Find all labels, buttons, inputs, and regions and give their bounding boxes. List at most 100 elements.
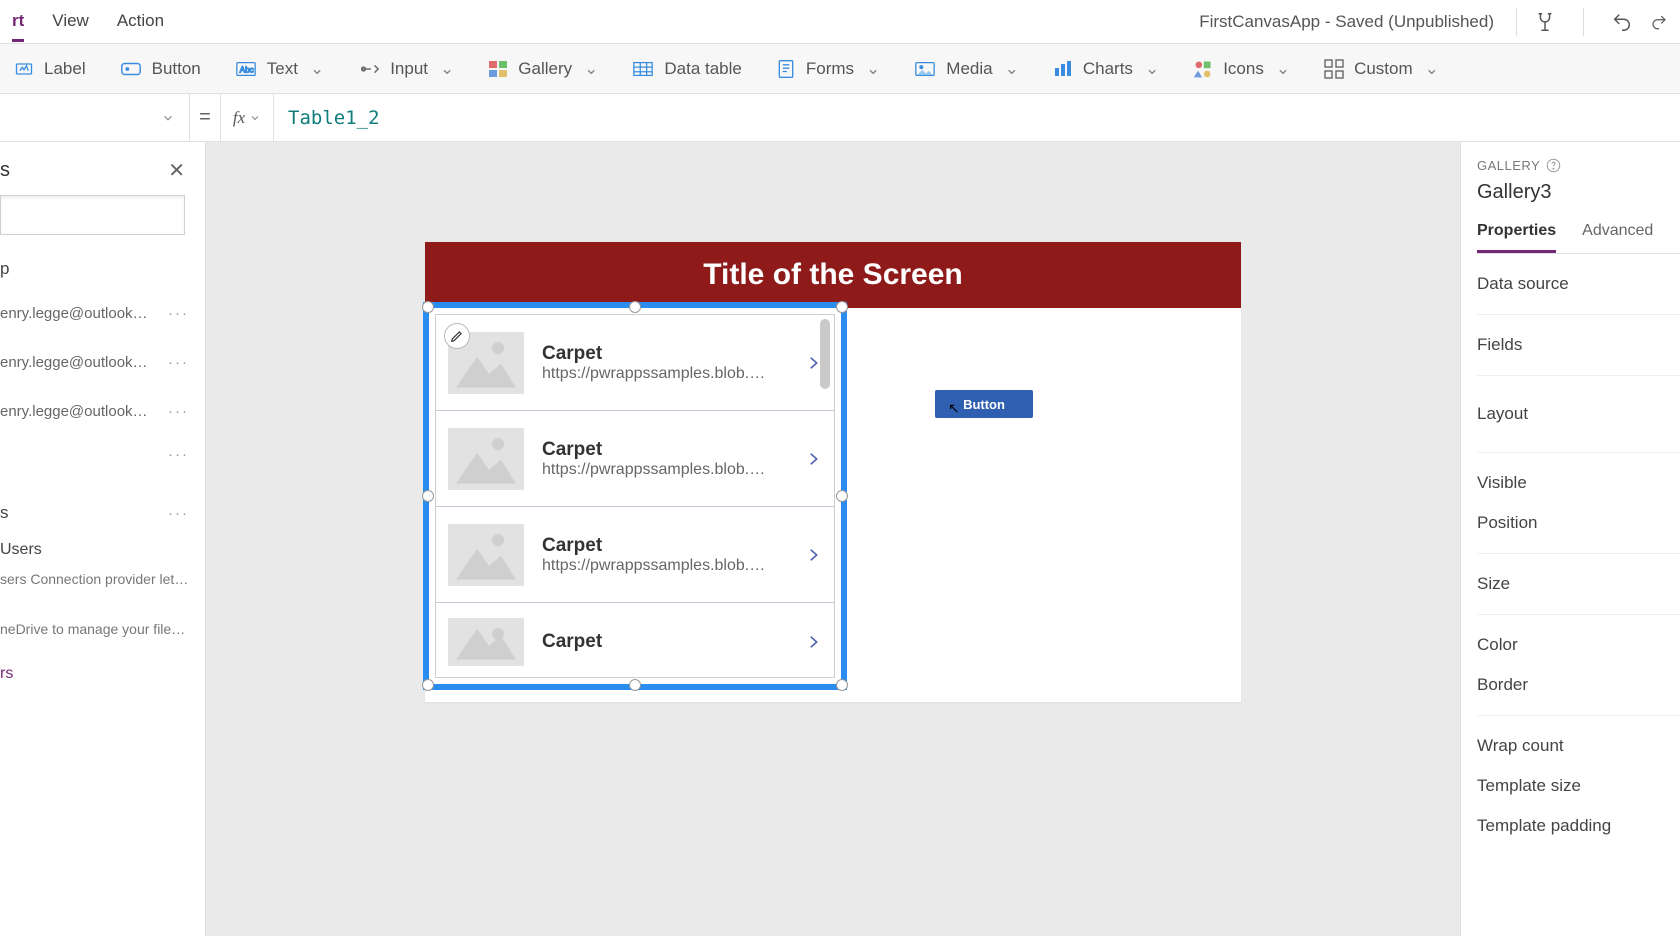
help-icon[interactable] — [1546, 158, 1561, 173]
ribbon-datatable[interactable]: Data table — [632, 59, 742, 79]
list-item[interactable]: enry.legge@outlook.com — [0, 354, 150, 371]
gallery-selected[interactable]: Carpet https://pwrappssamples.blob.core.… — [423, 302, 847, 690]
app-checker-icon[interactable] — [1527, 4, 1563, 40]
prop-data-source[interactable]: Data source — [1477, 254, 1680, 315]
ribbon-label[interactable]: Label — [14, 59, 86, 79]
more-icon[interactable]: ··· — [168, 403, 189, 420]
ribbon-datatable-text: Data table — [664, 59, 742, 79]
chevron-right-icon[interactable] — [804, 542, 822, 568]
ribbon-gallery-text: Gallery — [518, 59, 572, 79]
gallery-item-title: Carpet — [542, 535, 786, 557]
formula-input[interactable]: Table1_2 — [274, 94, 1680, 141]
fx-button[interactable]: fx — [220, 94, 274, 141]
pencil-icon[interactable] — [444, 323, 470, 349]
left-panel-search[interactable] — [0, 195, 185, 235]
gallery-item-title: Carpet — [542, 343, 786, 365]
control-name[interactable]: Gallery3 — [1477, 181, 1680, 204]
chevron-down-icon: ⌄ — [584, 59, 598, 79]
ribbon-custom[interactable]: Custom ⌄ — [1324, 59, 1439, 79]
canvas-button[interactable]: Button — [935, 390, 1033, 418]
prop-color[interactable]: Color — [1477, 615, 1680, 665]
prop-template-size[interactable]: Template size — [1477, 766, 1680, 806]
more-icon[interactable]: ··· — [168, 305, 189, 322]
menu-tabs: rt View Action — [12, 1, 164, 42]
left-data-panel: s ✕ p enry.legge@outlook.com ··· enry.leg… — [0, 142, 206, 936]
image-placeholder-icon — [448, 618, 524, 666]
gallery-item-sub: https://pwrappssamples.blob.core. — [542, 365, 772, 383]
ribbon-gallery[interactable]: Gallery ⌄ — [488, 59, 598, 79]
gallery-scrollbar[interactable] — [820, 319, 830, 389]
more-icon[interactable]: ··· — [168, 505, 189, 522]
chevron-right-icon[interactable] — [804, 446, 822, 472]
control-type-label: GALLERY — [1477, 158, 1680, 173]
divider — [1516, 8, 1517, 36]
gallery-item-sub: https://pwrappssamples.blob.core. — [542, 557, 772, 575]
app-screen[interactable]: Title of the Screen Button — [425, 242, 1241, 702]
connector-users-title[interactable]: Users — [0, 533, 195, 569]
tab-properties[interactable]: Properties — [1477, 216, 1556, 253]
chevron-down-icon: ⌄ — [1276, 59, 1290, 79]
gallery-row[interactable]: Carpet https://pwrappssamples.blob.core. — [436, 507, 834, 603]
ribbon-icons-text: Icons — [1223, 59, 1264, 79]
gallery-item-title: Carpet — [542, 439, 786, 461]
connector-users-sub: sers Connection provider lets you ... — [0, 569, 190, 605]
ribbon-label-text: Label — [44, 59, 86, 79]
prop-size[interactable]: Size — [1477, 554, 1680, 615]
ribbon-charts[interactable]: Charts ⌄ — [1053, 59, 1159, 79]
chevron-down-icon: ⌄ — [440, 59, 454, 79]
app-menubar: rt View Action FirstCanvasApp - Saved (U… — [0, 0, 1680, 44]
prop-visible[interactable]: Visible — [1477, 453, 1680, 503]
ribbon-forms[interactable]: Forms ⌄ — [776, 59, 880, 79]
ribbon-media[interactable]: Media ⌄ — [914, 59, 1019, 79]
ribbon-media-text: Media — [946, 59, 992, 79]
image-placeholder-icon — [448, 524, 524, 586]
gallery-item-sub: https://pwrappssamples.blob.core. — [542, 461, 772, 479]
formula-bar: = fx Table1_2 — [0, 94, 1680, 142]
prop-layout[interactable]: Layout — [1477, 376, 1680, 453]
list-item[interactable]: enry.legge@outlook.com — [0, 403, 150, 420]
close-icon[interactable]: ✕ — [168, 158, 185, 183]
gallery-row[interactable]: Carpet — [436, 603, 834, 678]
gallery-row[interactable]: Carpet https://pwrappssamples.blob.core. — [436, 411, 834, 507]
equals-sign: = — [190, 106, 220, 129]
ribbon-button-text: Button — [152, 59, 201, 79]
ribbon-icons[interactable]: Icons ⌄ — [1193, 59, 1290, 79]
chevron-down-icon: ⌄ — [310, 59, 324, 79]
left-panel-title: s — [0, 159, 10, 182]
left-group-1-title: p — [0, 253, 195, 289]
left-group-2-title: s — [0, 503, 9, 523]
menu-insert[interactable]: rt — [12, 1, 24, 42]
left-panel-link[interactable]: rs — [0, 655, 195, 693]
redo-icon[interactable] — [1650, 4, 1668, 40]
more-icon[interactable]: ··· — [168, 354, 189, 371]
prop-template-padding[interactable]: Template padding — [1477, 806, 1680, 846]
menu-view[interactable]: View — [52, 1, 89, 42]
ribbon-text[interactable]: Abc Text ⌄ — [235, 59, 324, 79]
canvas-area[interactable]: Title of the Screen Button — [206, 142, 1460, 936]
gallery-inner: Carpet https://pwrappssamples.blob.core.… — [435, 314, 835, 678]
chevron-down-icon: ⌄ — [1145, 59, 1159, 79]
ribbon-button[interactable]: Button — [120, 59, 201, 79]
ribbon-input[interactable]: Input ⌄ — [358, 59, 454, 79]
chevron-down-icon: ⌄ — [1005, 59, 1019, 79]
svg-text:Abc: Abc — [239, 65, 253, 74]
tab-advanced[interactable]: Advanced — [1582, 216, 1653, 253]
properties-panel: GALLERY Gallery3 Properties Advanced Dat… — [1460, 142, 1680, 936]
chevron-right-icon[interactable] — [804, 629, 822, 655]
undo-icon[interactable] — [1604, 4, 1640, 40]
menu-action[interactable]: Action — [117, 1, 164, 42]
ribbon-input-text: Input — [390, 59, 428, 79]
prop-fields[interactable]: Fields — [1477, 315, 1680, 376]
prop-border[interactable]: Border — [1477, 665, 1680, 716]
image-placeholder-icon — [448, 428, 524, 490]
chevron-down-icon: ⌄ — [866, 59, 880, 79]
list-item[interactable]: enry.legge@outlook.com — [0, 305, 150, 322]
prop-position[interactable]: Position — [1477, 503, 1680, 554]
connector-onedrive-sub: neDrive to manage your files. Yo... — [0, 605, 190, 655]
property-selector[interactable] — [0, 94, 190, 141]
prop-wrap-count[interactable]: Wrap count — [1477, 716, 1680, 766]
gallery-row[interactable]: Carpet https://pwrappssamples.blob.core. — [436, 315, 834, 411]
ribbon-charts-text: Charts — [1083, 59, 1133, 79]
more-icon[interactable]: ··· — [168, 446, 189, 463]
ribbon-forms-text: Forms — [806, 59, 854, 79]
